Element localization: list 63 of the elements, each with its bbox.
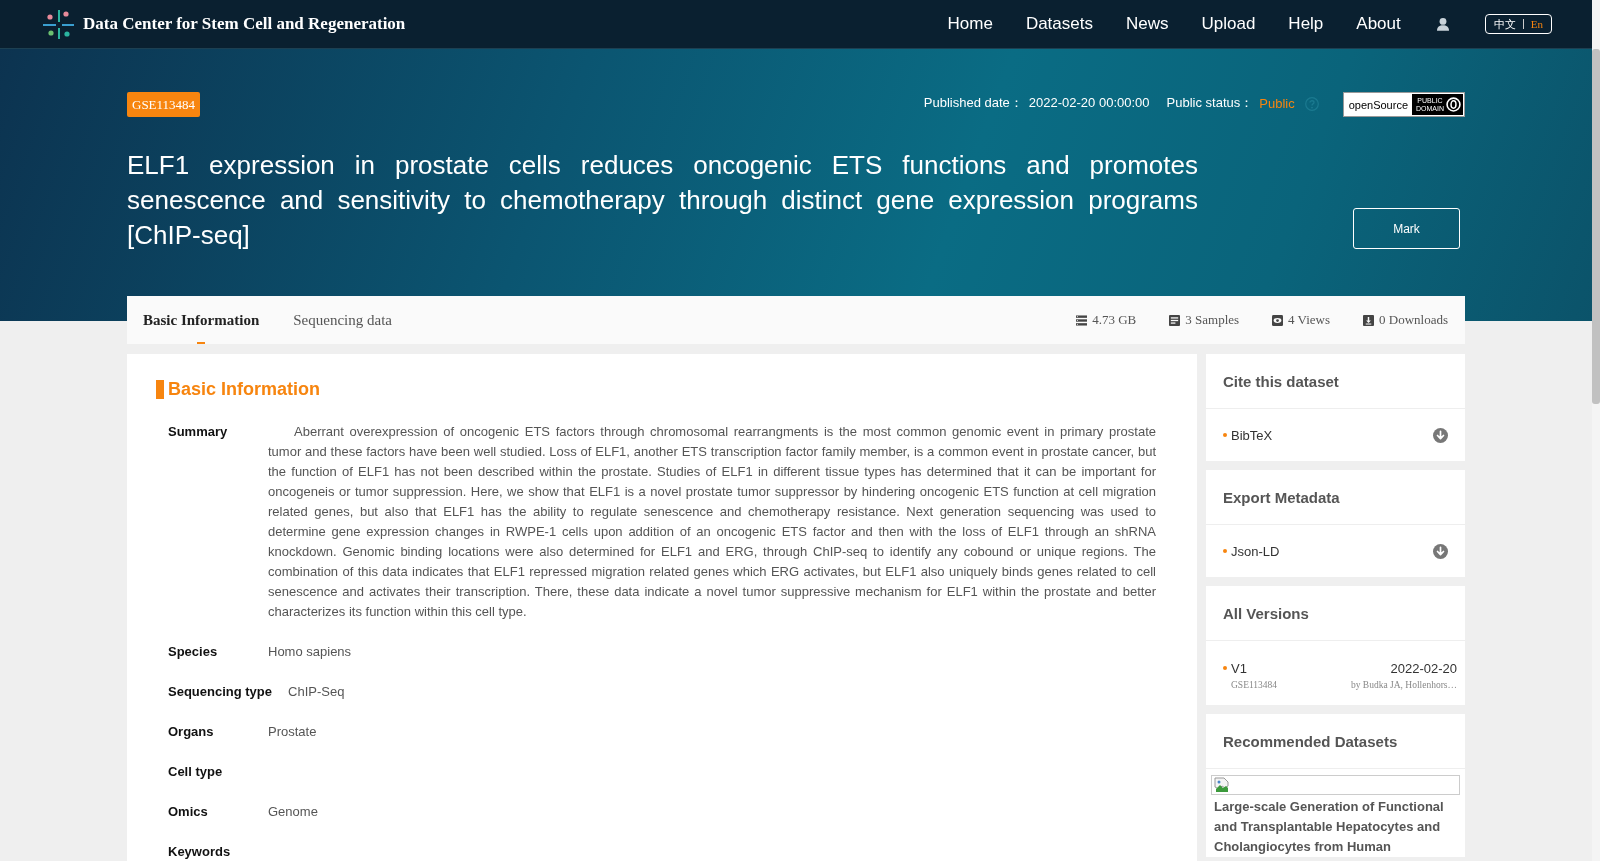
- accent-bar-icon: [156, 379, 164, 399]
- field-label: Organs: [168, 723, 215, 741]
- field-value: Genome: [268, 803, 318, 821]
- field-label: Keywords: [168, 843, 232, 861]
- panel-heading: All Versions: [1206, 586, 1465, 641]
- panel-heading: Cite this dataset: [1206, 354, 1465, 409]
- broken-image-icon: [1214, 777, 1230, 793]
- scrollbar[interactable]: [1592, 0, 1600, 861]
- field-label: Summary: [168, 423, 229, 441]
- language-option[interactable]: 中文: [1493, 16, 1516, 32]
- version-accession: GSE113484: [1231, 679, 1278, 692]
- recommended-dataset-title[interactable]: Large-scale Generation of Functional and Transplantable Hepatocytes and Cholangiocytes from Human: [1211, 797, 1460, 857]
- nav-link[interactable]: Help: [1288, 14, 1324, 34]
- panel-heading: Export Metadata: [1206, 470, 1465, 525]
- tab[interactable]: Basic Information: [143, 296, 260, 344]
- accession-badge: GSE113484: [127, 92, 201, 117]
- language-option[interactable]: En: [1530, 18, 1543, 30]
- stat-text: 3 Samples: [1185, 312, 1240, 328]
- panel-heading: Recommended Datasets: [1206, 714, 1465, 769]
- bullet-dot-icon: [1223, 548, 1227, 553]
- eye-icon: [1272, 314, 1284, 326]
- license-label: openSource: [1348, 98, 1408, 111]
- published-date-value: 2022-02-20 00:00:00: [1028, 95, 1150, 110]
- tab[interactable]: Sequencing data: [293, 296, 392, 344]
- stat-text: 4 Views: [1288, 312, 1331, 328]
- download-icon[interactable]: [1433, 427, 1448, 443]
- bullet-dot-icon: [1223, 665, 1227, 670]
- mark-button[interactable]: Mark: [1353, 208, 1460, 249]
- field-value: Homo sapiens: [268, 643, 352, 661]
- zero-circle-icon: [1446, 97, 1461, 112]
- user-icon[interactable]: [1436, 17, 1449, 31]
- download-icon: [1363, 314, 1375, 326]
- section-heading: Basic Information: [168, 379, 321, 399]
- field-label: Sequencing type: [168, 683, 274, 701]
- export-format-link[interactable]: Json-LD: [1231, 543, 1433, 559]
- scrollbar-thumb[interactable]: [1592, 49, 1600, 404]
- language-switch[interactable]: 中文 En: [1484, 14, 1552, 34]
- field-value: Prostate: [268, 723, 317, 741]
- published-date-label: Published date：: [923, 93, 1023, 112]
- version-authors: by Budka JA, Hollenhors…: [1350, 679, 1457, 692]
- list-icon: [1076, 314, 1088, 326]
- version-date: 2022-02-20: [1390, 660, 1457, 676]
- stat-text: 0 Downloads: [1379, 312, 1448, 328]
- nav-link[interactable]: Upload: [1201, 14, 1256, 34]
- public-status-label: Public status：: [1166, 93, 1254, 112]
- nav-link[interactable]: Home: [947, 14, 993, 34]
- download-icon[interactable]: [1433, 543, 1448, 559]
- nav-link[interactable]: Datasets: [1025, 14, 1093, 34]
- export-format-link[interactable]: BibTeX: [1231, 427, 1433, 443]
- nav-link[interactable]: News: [1125, 14, 1169, 34]
- nav-link[interactable]: About: [1356, 14, 1401, 34]
- field-label: Omics: [168, 803, 209, 821]
- field-value: ChIP-Seq: [288, 683, 345, 701]
- public-status-value: Public: [1259, 96, 1295, 111]
- field-label: Species: [168, 643, 219, 661]
- dataset-title: ELF1 expression in prostate cells reduces oncogenic ETS functions and promotes senescence and sensitivity to chemotherapy through distinct gene expression programs [ChIP-seq]: [127, 149, 1198, 252]
- bullet-dot-icon: [1223, 432, 1227, 437]
- summary-text: Aberrant overexpression of oncogenic ETS factors through chromosomal rearrangments is the most common genomic event in primary prostate tumor and these factors have been well studied. Loss of ELF1, another ETS transcription factor family member, is a common event in prostate cancer, but the function of ELF1 has not been described within the prostate. Studies of ELF1 in different tissue types has determined that it can be important for oncogeneis or tumor suppression. Here, we show that ELF1 is a novel prostate tumor suppressor by hindering oncogenic ETS function at cell migration related genes, but also that ELF1 has the ability to regulate senescence and chemotherapy resistance. Next generation sequencing was used to determine gene expression changes in RWPE-1 cells upon addition of an oncogenic ETS factor and then with the loss of ELF1 through an shRNA knockdown. Genomic binding locations were also determined for ELF1 and ERG, through ChIP-seq to identify any cobound or unique regions. The combination of this data indicates that ELF1 repressed migration related genes which ERG activates, but ELF1 also uniquely binds genes related to cell senescence and activates their transcription. There, these data indicate a novel tumor suppressive mechanism for ELF1 within the prostate and better characterizes its function within this cell type.: [268, 423, 1156, 621]
- site-title[interactable]: Data Center for Stem Cell and Regeneration: [83, 14, 406, 34]
- document-icon: [1169, 314, 1181, 326]
- version-link[interactable]: V1: [1231, 660, 1391, 676]
- logo-icon[interactable]: [42, 7, 75, 41]
- stat-text: 4.73 GB: [1092, 312, 1137, 328]
